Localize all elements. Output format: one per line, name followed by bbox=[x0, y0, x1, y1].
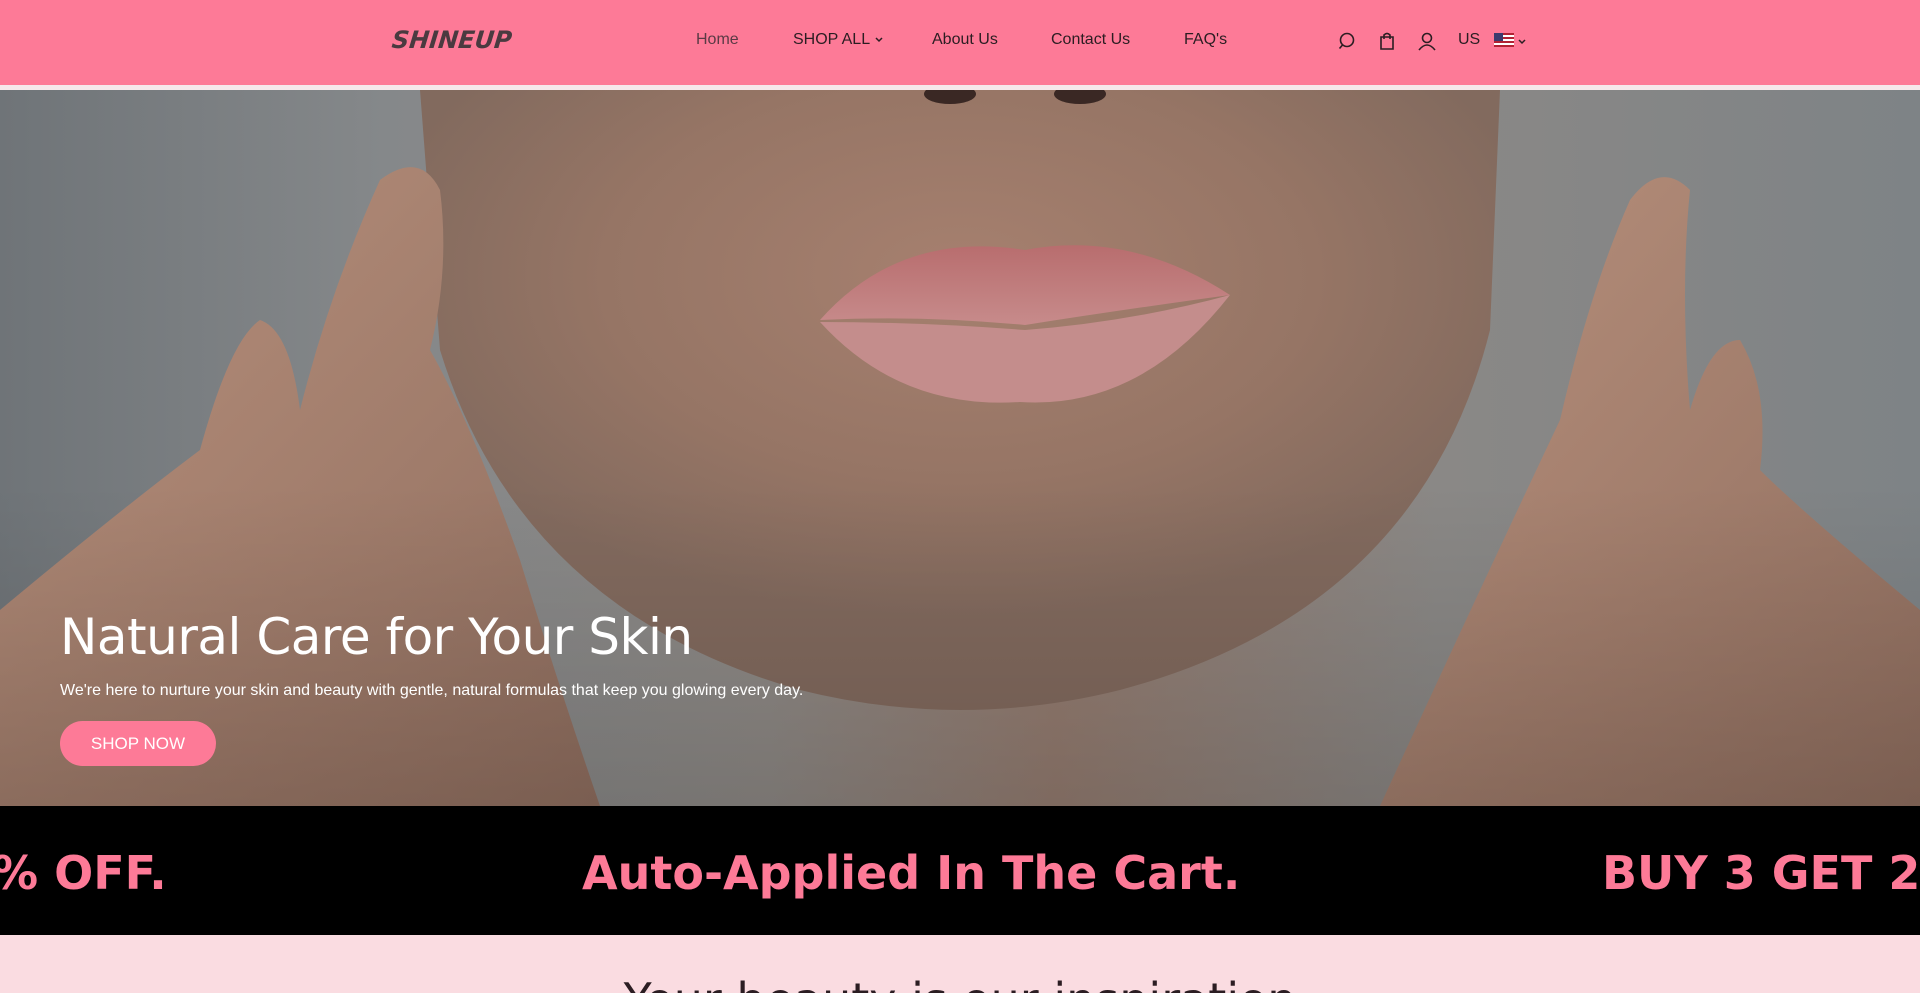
marquee-item: % OFF. bbox=[0, 846, 167, 900]
nav-contact-us[interactable]: Contact Us bbox=[1051, 31, 1130, 49]
hero-subtitle: We're here to nurture your skin and beau… bbox=[60, 682, 804, 699]
account-icon[interactable] bbox=[1416, 30, 1438, 52]
nav-faqs[interactable]: FAQ's bbox=[1184, 31, 1227, 49]
nav-shop-all-label: SHOP ALL bbox=[793, 31, 871, 48]
cart-icon[interactable] bbox=[1376, 30, 1398, 52]
nav-about-us[interactable]: About Us bbox=[932, 31, 998, 49]
brand-logo[interactable]: SHINEUP bbox=[391, 26, 514, 54]
marquee-item: Auto-Applied In The Cart. bbox=[582, 846, 1241, 900]
locale-country[interactable]: US bbox=[1458, 31, 1480, 49]
us-flag-icon[interactable] bbox=[1494, 33, 1514, 47]
section-title: Your beauty is our inspiration bbox=[0, 973, 1920, 993]
chevron-down-icon bbox=[875, 37, 883, 43]
search-icon[interactable] bbox=[1336, 30, 1358, 52]
nav-shop-all[interactable]: SHOP ALL bbox=[793, 31, 884, 49]
chevron-down-icon[interactable] bbox=[1517, 36, 1527, 46]
nav-home[interactable]: Home bbox=[696, 31, 739, 49]
inspiration-section: Your beauty is our inspiration bbox=[0, 935, 1920, 993]
shop-now-button[interactable]: SHOP NOW bbox=[60, 721, 216, 766]
hero-banner: Natural Care for Your Skin We're here to… bbox=[0, 90, 1920, 806]
site-header: SHINEUP Home SHOP ALL About Us Contact U… bbox=[0, 0, 1920, 85]
promo-marquee: % OFF. Auto-Applied In The Cart. BUY 3 G… bbox=[0, 806, 1920, 935]
hero-title: Natural Care for Your Skin bbox=[60, 608, 693, 666]
marquee-item: BUY 3 GET 25% bbox=[1602, 846, 1920, 900]
